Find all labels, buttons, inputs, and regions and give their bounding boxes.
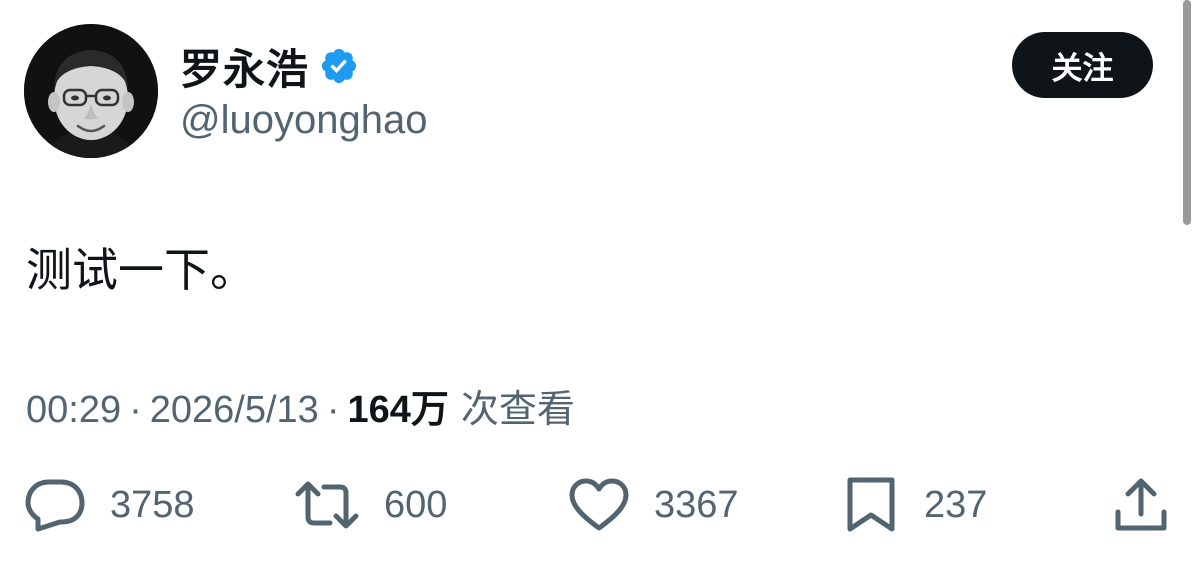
action-bar: 3758 600 3367 237 [0,470,1200,540]
retweet-button[interactable]: 600 [294,470,447,540]
views-count[interactable]: 164万 [347,378,448,433]
meta-separator: · [129,389,142,431]
avatar[interactable] [24,24,158,158]
tweet-date[interactable]: 2026/5/13 [150,389,319,432]
like-count: 3367 [654,483,739,526]
meta-separator: · [326,389,340,431]
follow-button[interactable]: 关注 [1012,32,1153,98]
author-handle[interactable]: @luoyonghao [180,98,427,143]
like-button[interactable]: 3367 [568,470,739,540]
avatar-photo [24,24,158,158]
author-name-row: 罗永浩 [180,38,359,94]
retweet-icon [295,481,359,529]
verified-badge-icon[interactable] [319,46,359,86]
share-icon [1115,478,1167,531]
share-button[interactable] [1112,470,1170,540]
reply-icon [25,479,85,532]
views-label: 次查看 [460,387,575,431]
author-display-name[interactable]: 罗永浩 [180,36,309,97]
reply-button[interactable]: 3758 [24,470,195,540]
tweet-time[interactable]: 00:29 [26,389,121,432]
tweet-text: 测试一下。 [26,243,256,297]
bookmark-count: 237 [924,483,988,526]
tweet-page: 罗永浩 @luoyonghao 关注 测试一下。 00:29 · 2026/5/… [0,0,1200,577]
bookmark-button[interactable]: 237 [842,470,987,540]
tweet-meta: 00:29 · 2026/5/13 · 164万 次查看 [26,378,575,433]
heart-icon [569,478,629,531]
retweet-count: 600 [384,483,448,526]
reply-count: 3758 [110,483,195,526]
bookmark-icon [847,477,895,532]
scrollbar[interactable] [1183,0,1191,225]
